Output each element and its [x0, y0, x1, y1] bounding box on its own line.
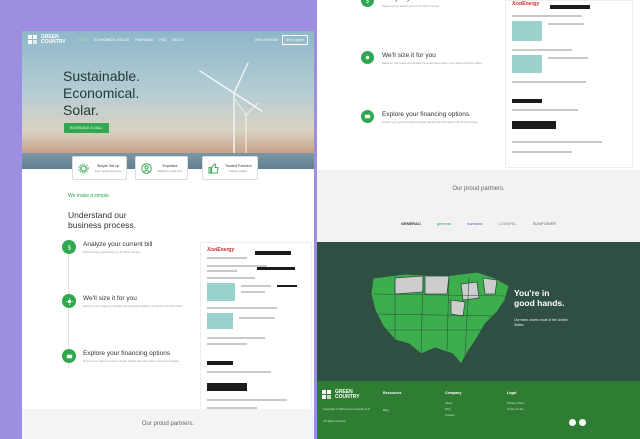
step-title: Analyze your current bill — [83, 241, 153, 248]
step-title: We'll size it for you — [83, 295, 137, 302]
feature-subtitle: Backed by solar pros — [158, 169, 183, 173]
coverage-section: You're in good hands. Our team covers mo… — [317, 242, 640, 381]
page-preview-right: $ Analyze your current bill Review energ… — [317, 0, 640, 439]
step-description: Based on your usage we calculate the exa… — [83, 305, 184, 308]
bill-brand-logo: XcelEnergy — [512, 1, 540, 7]
step-description: Review energy consumption on the bill in… — [83, 251, 141, 254]
partners-section: Our proud partners. GENERAC generac sunn… — [317, 170, 640, 242]
step-title: We'll size it for you — [382, 52, 436, 59]
leaf-grid-icon — [322, 390, 331, 399]
step-description: Based on your usage we calculate the exa… — [382, 62, 483, 65]
schedule-call-button[interactable]: SCHEDULE A CALL — [64, 123, 109, 133]
nav-item-economical-solar[interactable]: ECONOMICAL SOLAR — [94, 38, 129, 42]
feature-subtitle: Industry leaders — [229, 169, 248, 173]
step-badge — [62, 349, 76, 363]
coverage-heading-line1: You're in — [514, 288, 550, 298]
process-heading: Understand our business process. — [68, 210, 136, 230]
partners-strip: Our proud partners. — [22, 409, 314, 439]
svg-text:$: $ — [67, 244, 71, 250]
hero-line-2: Economical. — [63, 85, 140, 101]
footer-col-title: Company — [445, 391, 462, 395]
site-footer: GREEN COUNTRY Copyright © 2021 Green Coun… — [317, 381, 640, 439]
utility-bill-image: XcelEnergy — [505, 0, 633, 168]
sun-icon — [65, 297, 73, 305]
feature-title: Simple Set up — [97, 163, 120, 168]
person-icon — [141, 162, 152, 174]
bill-brand-logo: XcelEnergy — [207, 247, 235, 253]
process-eyebrow: We make it simple. — [68, 193, 111, 199]
step-description: Finance your system through a simple, fl… — [382, 121, 479, 124]
partner-logo-loanpal: LOANPAL — [498, 221, 517, 226]
footer-col-title: Resources — [383, 391, 402, 395]
facebook-icon[interactable] — [569, 419, 576, 426]
coverage-heading: You're in good hands. — [514, 288, 565, 308]
card-icon — [364, 114, 371, 119]
footer-link[interactable]: Terms of Use — [507, 407, 523, 411]
step-badge: $ — [62, 240, 76, 254]
partner-logo-sunpower: SUNPOWER — [532, 221, 557, 226]
partners-heading: Our proud partners. — [452, 186, 505, 192]
us-coverage-map — [370, 271, 510, 365]
dollar-icon: $ — [67, 244, 71, 250]
get-quote-button[interactable]: Get a Quote — [281, 35, 308, 45]
coverage-heading-line2: good hands. — [514, 298, 565, 308]
partner-logos: GENERAC generac sunnova LOANPAL SUNPOWER — [317, 221, 640, 226]
svg-text:$: $ — [366, 0, 370, 4]
step-description: Review energy consumption on the bill in… — [382, 5, 440, 8]
feature-card-expertise: Expertise Backed by solar pros — [135, 156, 189, 180]
top-navigation: GREEN COUNTRY HOME ECONOMICAL SOLAR FINAN… — [22, 31, 314, 49]
nav-item-about[interactable]: ABOUT — [172, 38, 184, 42]
brand-name-line2: COUNTRY — [335, 394, 360, 400]
nav-links: HOME ECONOMICAL SOLAR FINANCING FAQ ABOU… — [78, 38, 184, 42]
step-badge — [62, 294, 76, 308]
dollar-icon: $ — [366, 0, 370, 4]
footer-link[interactable]: About — [445, 401, 452, 405]
nav-item-home[interactable]: HOME — [78, 38, 88, 42]
utility-bill-image: XcelEnergy — [200, 242, 312, 422]
hero-line-1: Sustainable. — [63, 68, 141, 84]
phone-number[interactable]: (800) 449-9190 — [255, 38, 278, 42]
footer-link[interactable]: Privacy Policy — [507, 401, 524, 405]
partner-logo-sunnova: sunnova — [467, 221, 483, 226]
feature-subtitle: Fast, hassle-free setup — [95, 169, 122, 173]
step-badge — [361, 51, 374, 64]
step-description: Finance your system through a simple, fl… — [83, 360, 180, 363]
feature-card-setup: Simple Set up Fast, hassle-free setup — [72, 156, 128, 180]
coverage-text: Our team covers most of the United State… — [514, 318, 568, 327]
sun-icon — [365, 55, 370, 60]
feature-card-partners: Trusted Partners Industry leaders — [202, 156, 258, 180]
page-preview-left: GREEN COUNTRY HOME ECONOMICAL SOLAR FINAN… — [22, 31, 314, 439]
feature-title: Expertise — [162, 163, 178, 168]
footer-link[interactable]: FAQ — [445, 407, 451, 411]
brand-name-line2: COUNTRY — [41, 39, 66, 45]
footer-logo[interactable]: GREEN COUNTRY — [322, 390, 360, 400]
footer-col-title: Legal — [507, 391, 517, 395]
step-badge — [361, 110, 374, 123]
footer-copyright: Copyright © 2021 Green Country LLC — [323, 407, 370, 411]
process-heading-line2: business process. — [68, 220, 137, 230]
leaf-grid-icon — [28, 35, 37, 44]
partner-logo-generac-connect: generac — [436, 221, 452, 226]
step-title: Explore your financing options — [382, 111, 470, 118]
thumbs-up-icon — [208, 162, 219, 174]
nav-item-faq[interactable]: FAQ — [160, 38, 167, 42]
footer-link[interactable]: Contact — [445, 413, 455, 417]
partners-heading: Our proud partners. — [141, 421, 195, 427]
brand-logo[interactable]: GREEN COUNTRY — [28, 35, 66, 45]
hero-section: GREEN COUNTRY HOME ECONOMICAL SOLAR FINAN… — [22, 31, 314, 169]
step-title: Explore your financing options — [83, 350, 171, 357]
step-title: Analyze your current bill — [382, 0, 451, 2]
step-badge: $ — [361, 0, 374, 7]
feature-title: Trusted Partners — [225, 163, 252, 168]
hero-headline: Sustainable. Economical. Solar. — [63, 68, 140, 119]
process-heading-line1: Understand our — [68, 210, 127, 220]
partner-logo-generac: GENERAC — [400, 221, 421, 226]
hero-line-3: Solar. — [63, 102, 99, 118]
gear-icon — [78, 162, 89, 174]
footer-rights: All rights reserved — [323, 419, 346, 423]
card-icon — [66, 354, 72, 358]
instagram-icon[interactable] — [579, 419, 586, 426]
nav-item-financing[interactable]: FINANCING — [135, 38, 154, 42]
footer-link[interactable]: Blog — [383, 408, 389, 412]
